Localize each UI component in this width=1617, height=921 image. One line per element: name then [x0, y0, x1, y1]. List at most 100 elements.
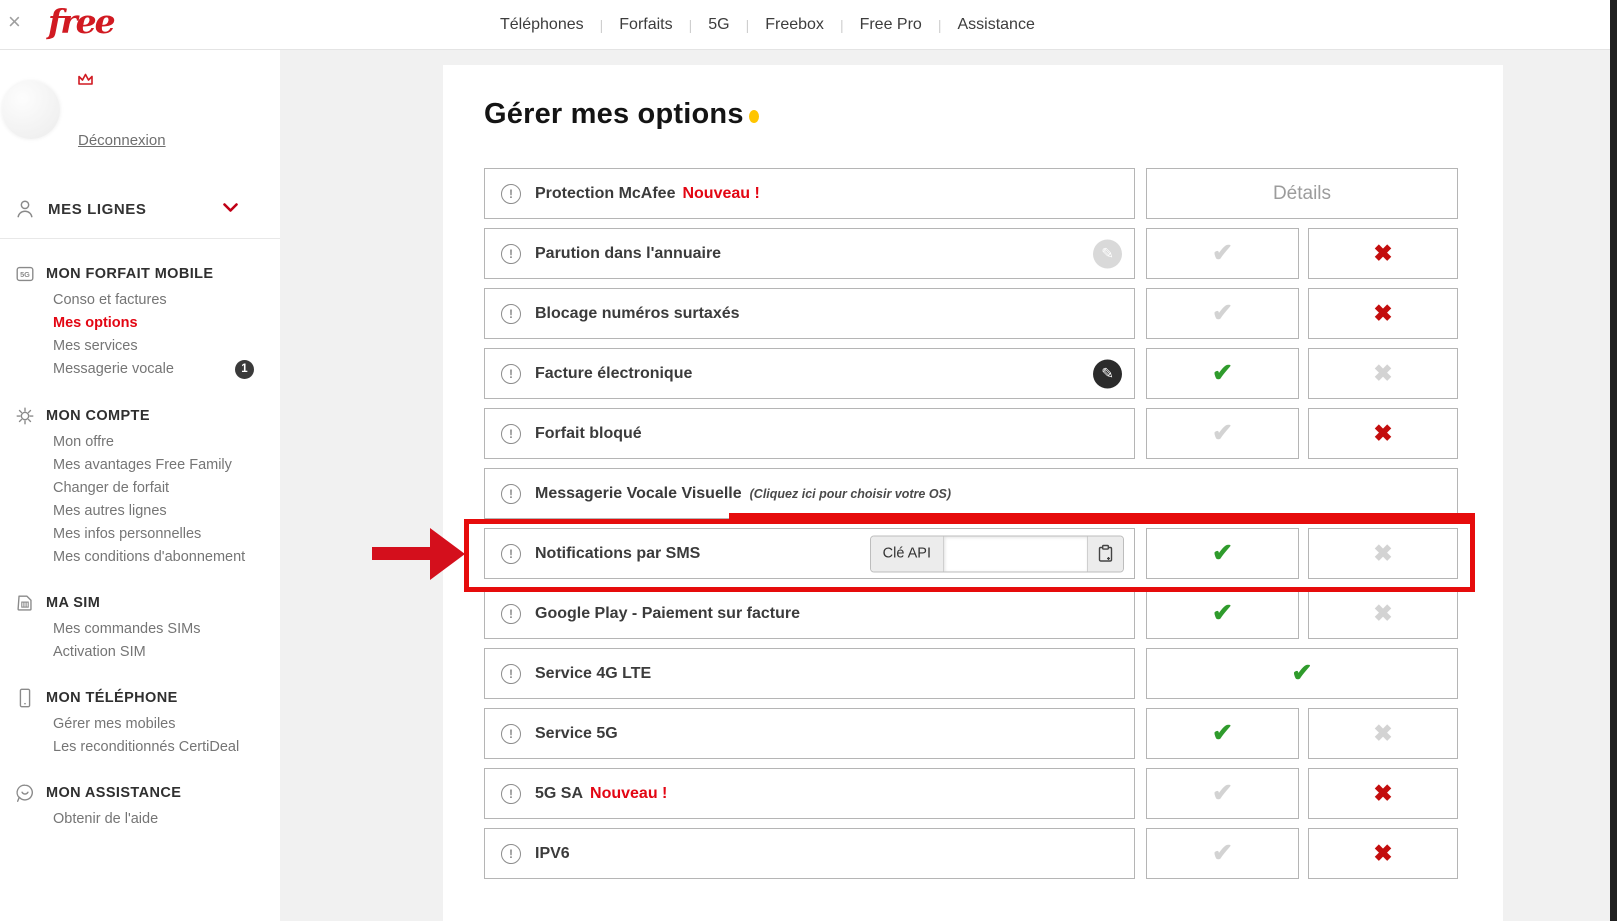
option-label: Protection McAfee [535, 185, 675, 203]
page-title-bold: mes options [571, 98, 744, 130]
enable-button[interactable]: ✔ [1146, 588, 1299, 639]
info-icon[interactable]: ! [501, 304, 521, 324]
nav-item-telephones[interactable]: Téléphones [500, 16, 584, 34]
sidebar-item-mes-commandes-sims[interactable]: Mes commandes SIMs [0, 617, 280, 640]
enable-button[interactable]: ✔ [1146, 708, 1299, 759]
option-label-box-parution-dans-l-annuaire: !Parution dans l'annuaire✎ [484, 228, 1135, 279]
title-dot [749, 110, 759, 123]
section-title: MON COMPTE [46, 408, 150, 424]
check-icon: ✔ [1212, 241, 1233, 266]
sidebar-section-header-mon-compte[interactable]: MON COMPTE [0, 405, 280, 427]
option-row-google-play-paiement-sur-facture: !Google Play - Paiement sur facture✔✖ [484, 588, 1458, 639]
nav-item-5g[interactable]: 5G [708, 16, 729, 34]
enable-button[interactable]: ✔ [1146, 288, 1299, 339]
check-icon: ✔ [1212, 421, 1233, 446]
disable-button[interactable]: ✖ [1308, 228, 1458, 279]
info-icon[interactable]: ! [501, 364, 521, 384]
disable-button[interactable]: ✖ [1308, 588, 1458, 639]
sidebar-item-mes-services[interactable]: Mes services [0, 334, 280, 357]
option-label: Messagerie Vocale Visuelle [535, 485, 742, 503]
nav-item-assistance[interactable]: Assistance [957, 16, 1034, 34]
info-icon[interactable]: ! [501, 424, 521, 444]
sidebar-section-header-mon-assistance[interactable]: MON ASSISTANCE [0, 782, 280, 804]
info-icon[interactable]: ! [501, 784, 521, 804]
edit-pencil-icon[interactable]: ✎ [1093, 239, 1122, 268]
sidebar-section-mon-assistance: MON ASSISTANCE Obtenir de l'aide [0, 782, 280, 830]
edit-pencil-icon[interactable]: ✎ [1093, 359, 1122, 388]
sidebar-section-header-mon-forfait-mobile[interactable]: 5GMON FORFAIT MOBILE [0, 263, 280, 285]
mes-lignes-label: MES LIGNES [48, 201, 147, 218]
enable-button[interactable]: ✔ [1146, 348, 1299, 399]
info-icon[interactable]: ! [501, 244, 521, 264]
sidebar-item-conso-et-factures[interactable]: Conso et factures [0, 288, 280, 311]
sidebar-item-mes-options[interactable]: Mes options [0, 311, 280, 334]
sidebar-item-obtenir-de-l-aide[interactable]: Obtenir de l'aide [0, 807, 280, 830]
sidebar-item-mes-infos-personnelles[interactable]: Mes infos personnelles [0, 522, 280, 545]
close-icon[interactable]: × [8, 9, 21, 35]
info-icon[interactable]: ! [501, 484, 521, 504]
check-icon: ✔ [1212, 841, 1233, 866]
details-label: Détails [1273, 183, 1331, 205]
status-check-button[interactable]: ✔ [1146, 648, 1458, 699]
sidebar-item-label: Mes infos personnelles [53, 525, 201, 543]
sidebar-item-les-reconditionnes-certideal[interactable]: Les reconditionnés CertiDeal [0, 735, 280, 758]
nav-separator: | [600, 17, 604, 33]
chevron-down-icon[interactable] [223, 200, 238, 218]
sidebar-item-mon-offre[interactable]: Mon offre [0, 430, 280, 453]
option-row-forfait-bloque: !Forfait bloqué✔✖ [484, 408, 1458, 459]
info-icon[interactable]: ! [501, 664, 521, 684]
sidebar-section-header-ma-sim[interactable]: MA SIM [0, 592, 280, 614]
crown-icon [77, 72, 94, 92]
enable-button[interactable]: ✔ [1146, 768, 1299, 819]
sidebar-section-header-mon-telephone[interactable]: MON TÉLÉPHONE [0, 687, 280, 709]
disable-button[interactable]: ✖ [1308, 348, 1458, 399]
option-note[interactable]: (Cliquez ici pour choisir votre OS) [750, 487, 951, 501]
cross-icon: ✖ [1373, 782, 1392, 805]
enable-button[interactable]: ✔ [1146, 528, 1299, 579]
api-key-input[interactable] [944, 536, 1087, 571]
option-label-box-notifications-par-sms: !Notifications par SMSClé API [484, 528, 1135, 579]
sidebar-item-mes-autres-lignes[interactable]: Mes autres lignes [0, 499, 280, 522]
sim-5g-icon: 5G [14, 263, 36, 285]
enable-button[interactable]: ✔ [1146, 408, 1299, 459]
disable-button[interactable]: ✖ [1308, 528, 1458, 579]
sidebar-item-messagerie-vocale[interactable]: Messagerie vocale1 [0, 357, 280, 381]
copy-clipboard-icon[interactable] [1087, 536, 1123, 571]
disable-button[interactable]: ✖ [1308, 828, 1458, 879]
logout-link[interactable]: Déconnexion [78, 132, 166, 149]
free-logo[interactable]: free [48, 2, 114, 41]
sidebar-item-changer-de-forfait[interactable]: Changer de forfait [0, 476, 280, 499]
page-scrollbar[interactable] [1610, 0, 1617, 921]
disable-button[interactable]: ✖ [1308, 768, 1458, 819]
sidebar-item-activation-sim[interactable]: Activation SIM [0, 640, 280, 663]
info-icon[interactable]: ! [501, 184, 521, 204]
details-button[interactable]: Détails [1146, 168, 1458, 219]
nav-item-free-pro[interactable]: Free Pro [860, 16, 922, 34]
enable-button[interactable]: ✔ [1146, 828, 1299, 879]
sidebar-item-mes-lignes[interactable]: MES LIGNES [0, 190, 280, 239]
disable-button[interactable]: ✖ [1308, 288, 1458, 339]
nav-item-forfaits[interactable]: Forfaits [619, 16, 672, 34]
nav-separator: | [746, 17, 750, 33]
sidebar-item-gerer-mes-mobiles[interactable]: Gérer mes mobiles [0, 712, 280, 735]
person-icon [14, 198, 36, 220]
avatar[interactable] [2, 81, 60, 139]
nav-separator: | [840, 17, 844, 33]
sidebar-item-mes-avantages-free-family[interactable]: Mes avantages Free Family [0, 453, 280, 476]
sidebar: Déconnexion MES LIGNES 5GMON FORFAIT MOB… [0, 50, 280, 921]
sidebar-item-label: Mes services [53, 337, 138, 355]
check-icon: ✔ [1212, 301, 1233, 326]
sidebar-item-mes-conditions-d-abonnement[interactable]: Mes conditions d'abonnement [0, 545, 280, 568]
disable-button[interactable]: ✖ [1308, 708, 1458, 759]
info-icon[interactable]: ! [501, 724, 521, 744]
nav-item-freebox[interactable]: Freebox [765, 16, 824, 34]
cross-icon: ✖ [1373, 602, 1392, 625]
gear-icon [14, 405, 36, 427]
enable-button[interactable]: ✔ [1146, 228, 1299, 279]
info-icon[interactable]: ! [501, 844, 521, 864]
option-label: Facture électronique [535, 365, 692, 383]
info-icon[interactable]: ! [501, 544, 521, 564]
sidebar-item-label: Mes conditions d'abonnement [53, 548, 245, 566]
info-icon[interactable]: ! [501, 604, 521, 624]
disable-button[interactable]: ✖ [1308, 408, 1458, 459]
